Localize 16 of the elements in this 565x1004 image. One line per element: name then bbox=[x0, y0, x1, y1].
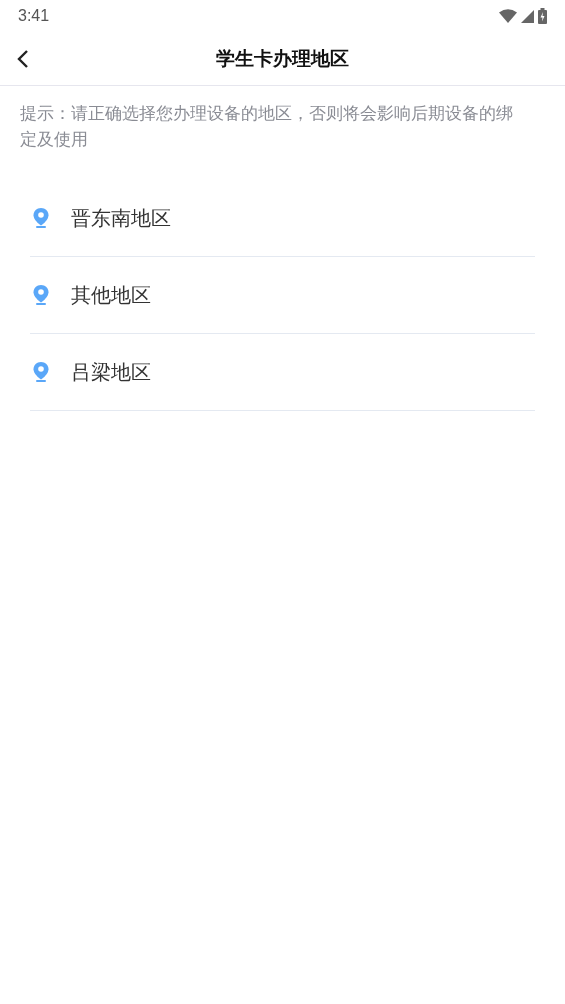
region-name: 吕梁地区 bbox=[71, 358, 151, 386]
region-name: 其他地区 bbox=[71, 281, 151, 309]
hint-text: 提示：请正确选择您办理设备的地区，否则将会影响后期设备的绑定及使用 bbox=[19, 102, 514, 151]
region-item[interactable]: 吕梁地区 bbox=[30, 334, 535, 411]
back-chevron-icon bbox=[17, 49, 29, 69]
location-pin-icon bbox=[33, 362, 49, 382]
status-time: 3:41 bbox=[18, 7, 50, 25]
page-title: 学生卡办理地区 bbox=[216, 45, 349, 71]
region-item[interactable]: 其他地区 bbox=[30, 257, 535, 334]
wifi-icon bbox=[499, 9, 517, 23]
battery-icon bbox=[538, 8, 547, 24]
location-pin-icon bbox=[33, 285, 49, 305]
region-item[interactable]: 晋东南地区 bbox=[30, 180, 535, 257]
region-name: 晋东南地区 bbox=[71, 204, 171, 232]
location-pin-icon bbox=[33, 208, 49, 228]
signal-icon bbox=[521, 9, 534, 23]
